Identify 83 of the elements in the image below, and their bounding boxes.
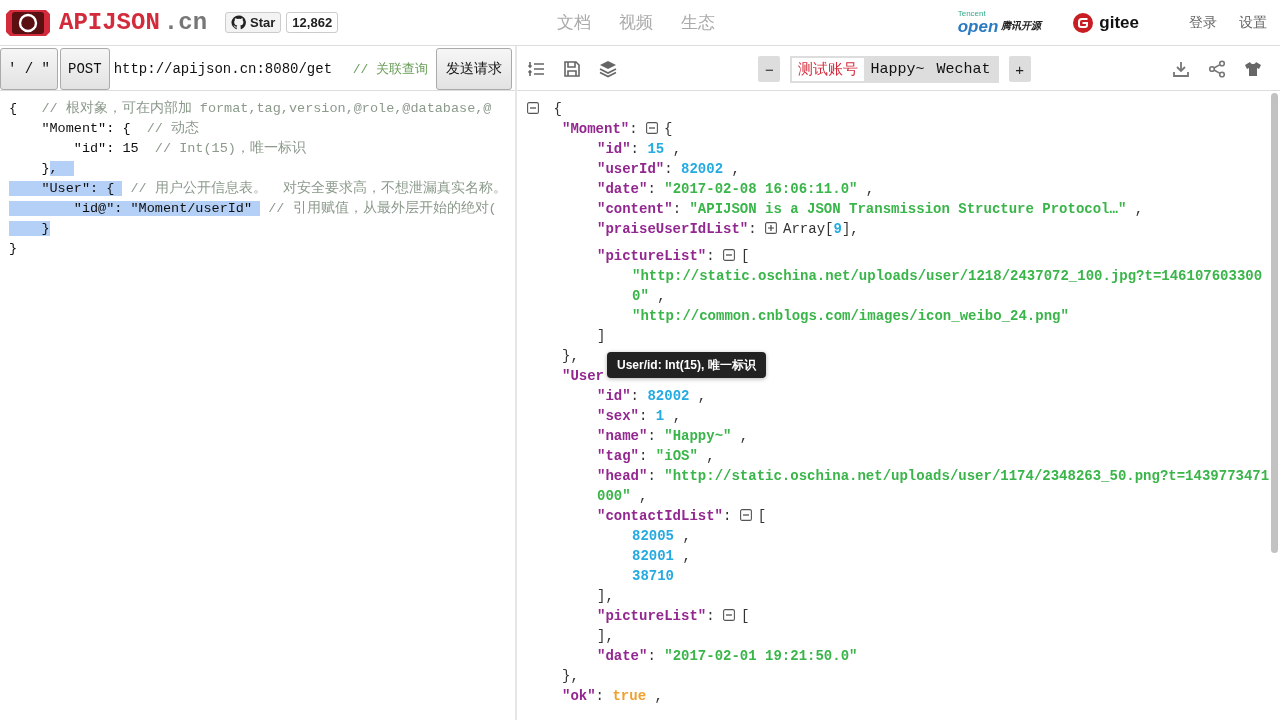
json-punctuation: : — [748, 221, 758, 237]
json-key: "Moment" — [562, 121, 630, 137]
json-entry: "userId": 82002 , — [597, 161, 740, 177]
json-punctuation: : — [723, 508, 733, 524]
partner-label: 腾讯开源 — [1001, 19, 1042, 33]
url-field[interactable]: http://apijson.cn:8080/get — [111, 61, 345, 77]
json-entry: "ok": true , — [562, 688, 663, 704]
json-entry: "name": "Happy~" , — [597, 428, 749, 444]
json-key: "pictureList" — [597, 248, 707, 264]
code-line: "id@": "Moment/userId" // 引用赋值，从最外层开始的绝对( — [9, 199, 515, 219]
json-entry: "date": "2017-02-08 16:06:11.0" , — [597, 181, 875, 197]
json-punctuation: Array[ — [783, 221, 834, 237]
logo-domain: .cn — [163, 9, 208, 36]
json-entry: "id": 15 , — [597, 141, 682, 157]
json-number: 9 — [833, 221, 842, 237]
json-entry: ], — [597, 628, 614, 644]
star-count[interactable]: 12,862 — [286, 12, 339, 33]
star-button[interactable]: Star — [225, 12, 282, 33]
collapse-icon[interactable] — [527, 102, 539, 114]
collapse-icon[interactable] — [646, 122, 659, 134]
json-entry: 82001 , — [632, 548, 691, 564]
json-entry: "http://static.oschina.net/uploads/user/1218/2437072_100.jpg?t=1461076033000" , — [632, 268, 1263, 304]
json-punctuation: ], — [841, 221, 859, 237]
json-punctuation: : — [706, 608, 716, 624]
json-key: "praiseUserIdList" — [597, 221, 749, 237]
method-button[interactable]: POST — [60, 48, 110, 90]
url-comment: // 关联查询 — [352, 61, 429, 78]
json-punctuation: [ — [741, 608, 750, 624]
json-entry: "sex": 1 , — [597, 408, 682, 424]
collapse-icon[interactable] — [723, 249, 736, 261]
json-entry: "id": 82002 , — [597, 388, 707, 404]
expand-icon[interactable] — [765, 222, 778, 234]
shirt-icon[interactable] — [1244, 60, 1262, 78]
gitee-logo-icon — [1073, 12, 1094, 33]
json-entry: "User — [562, 368, 604, 384]
download-icon[interactable] — [1172, 60, 1190, 78]
json-entry: ], — [597, 588, 614, 604]
logo-icon — [4, 7, 52, 38]
github-icon — [231, 15, 247, 30]
json-key: "contactIdList" — [597, 508, 724, 524]
json-entry: "tag": "iOS" , — [597, 448, 715, 464]
json-punctuation: : — [706, 248, 716, 264]
json-entry: 38710 — [632, 568, 674, 584]
save-icon[interactable] — [563, 60, 581, 78]
share-icon[interactable] — [1208, 60, 1226, 78]
add-account-button[interactable]: + — [1008, 56, 1031, 82]
json-key: "pictureList" — [597, 608, 707, 624]
tooltip: User/id: Int(15), 唯一标识 — [607, 352, 766, 378]
json-entry: "content": "APIJSON is a JSON Transmission Structure Protocol…" , — [597, 201, 1144, 217]
gitee-logo-text[interactable]: gitee — [1099, 12, 1139, 33]
account-tab[interactable]: 测试账号 — [792, 57, 865, 81]
layers-icon[interactable] — [599, 60, 617, 78]
code-line: } — [9, 240, 19, 258]
json-entry: ] — [597, 328, 606, 344]
json-punctuation: : — [629, 121, 639, 137]
json-entry: "http://common.cnblogs.com/images/icon_weibo_24.png" — [632, 308, 1069, 324]
code-line: "User": { // 用户公开信息表。 对安全要求高，不想泄漏真实名称。 — [9, 179, 515, 199]
code-line: "id": 15 // Int(15)，唯一标识 — [72, 139, 307, 158]
partner-company-text: Tencent — [957, 10, 987, 18]
remove-account-button[interactable]: − — [758, 56, 781, 82]
header-link[interactable]: 登录 — [1189, 13, 1217, 32]
list-icon[interactable] — [527, 60, 545, 78]
json-punctuation: { — [664, 121, 673, 137]
json-entry: }, — [562, 668, 579, 684]
json-punctuation: [ — [741, 248, 750, 264]
quote-toggle-button[interactable]: ' / " — [0, 48, 58, 90]
code-line: } — [9, 219, 515, 239]
json-punctuation: [ — [757, 508, 767, 524]
collapse-icon[interactable] — [739, 509, 752, 521]
json-entry: "date": "2017-02-01 19:21:50.0" — [597, 648, 858, 664]
json-punctuation: { — [552, 101, 562, 117]
header-link[interactable]: 设置 — [1239, 13, 1267, 32]
logo-text: APIJSON — [59, 9, 160, 36]
code-line: }, — [9, 159, 515, 179]
collapse-icon[interactable] — [723, 609, 736, 621]
send-request-button[interactable]: 发送请求 — [436, 48, 512, 90]
code-line: { // 根对象，可在内部加 format,tag,version,@role,@database,@ — [9, 99, 493, 118]
json-entry: "head": "http://static.oschina.net/uploads/user/1174/2348263_50.png?t=1439773471000" , — [597, 468, 1270, 504]
partner-brand-text: open — [957, 18, 999, 35]
json-entry: 82005 , — [632, 528, 691, 544]
json-entry: }, — [562, 348, 579, 364]
code-line: "Moment": { // 动态 — [40, 119, 201, 138]
scrollbar-thumb[interactable] — [1271, 93, 1278, 553]
